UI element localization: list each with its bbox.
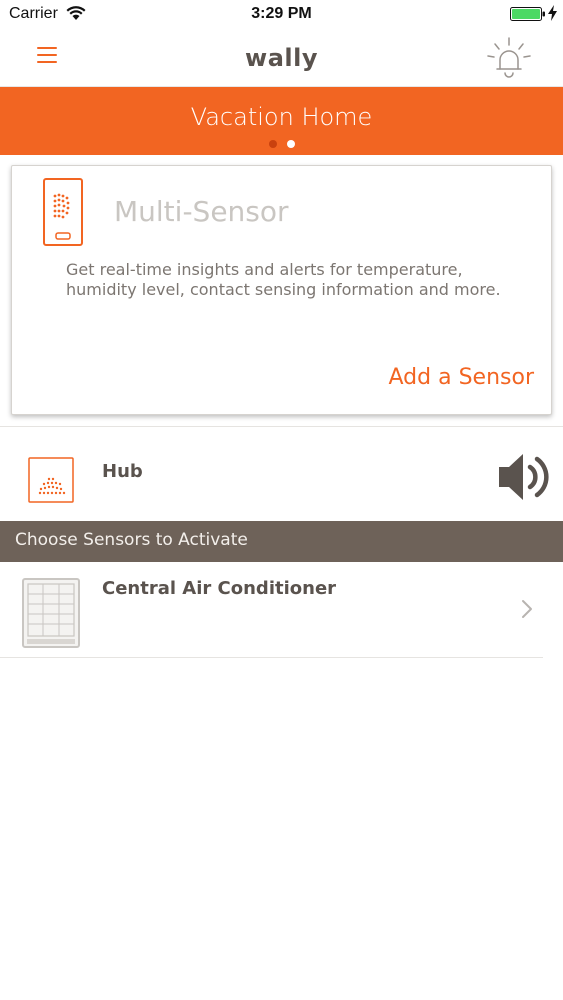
clock: 3:29 PM xyxy=(251,5,312,22)
app-title: wally xyxy=(245,44,318,72)
card-title: Multi-Sensor xyxy=(114,195,289,228)
charging-bolt-icon xyxy=(548,5,557,21)
multi-sensor-device-icon xyxy=(43,178,83,246)
status-bar: Carrier 3:29 PM xyxy=(0,0,563,30)
location-banner: Vacation Home xyxy=(0,87,563,155)
air-conditioner-icon xyxy=(22,578,80,648)
page-dot-2[interactable] xyxy=(286,140,295,148)
page-indicator xyxy=(0,140,563,148)
app-logo: wally xyxy=(0,44,563,72)
page-dot-1[interactable] xyxy=(268,140,277,148)
section-header: Choose Sensors to Activate xyxy=(0,521,563,562)
battery-icon xyxy=(510,7,545,21)
list-item-central-air-conditioner[interactable]: Central Air Conditioner xyxy=(0,562,563,658)
list-item-label: Central Air Conditioner xyxy=(102,578,337,599)
location-name[interactable]: Vacation Home xyxy=(0,103,563,131)
hub-row[interactable]: Hub xyxy=(0,437,563,521)
divider xyxy=(0,657,543,658)
chevron-right-icon xyxy=(522,600,532,618)
speaker-volume-icon[interactable] xyxy=(495,447,553,507)
card-description: Get real-time insights and alerts for te… xyxy=(66,260,501,299)
hub-device-icon xyxy=(28,457,74,503)
multi-sensor-card: Multi-Sensor Get real-time insights and … xyxy=(11,165,552,415)
add-sensor-button[interactable]: Add a Sensor xyxy=(389,365,534,390)
alarm-bell-icon[interactable] xyxy=(484,36,534,80)
nav-bar: wally xyxy=(0,30,563,87)
divider xyxy=(0,426,563,427)
hamburger-menu-icon[interactable] xyxy=(37,47,57,67)
section-title: Choose Sensors to Activate xyxy=(15,530,248,550)
hub-label: Hub xyxy=(102,461,143,482)
